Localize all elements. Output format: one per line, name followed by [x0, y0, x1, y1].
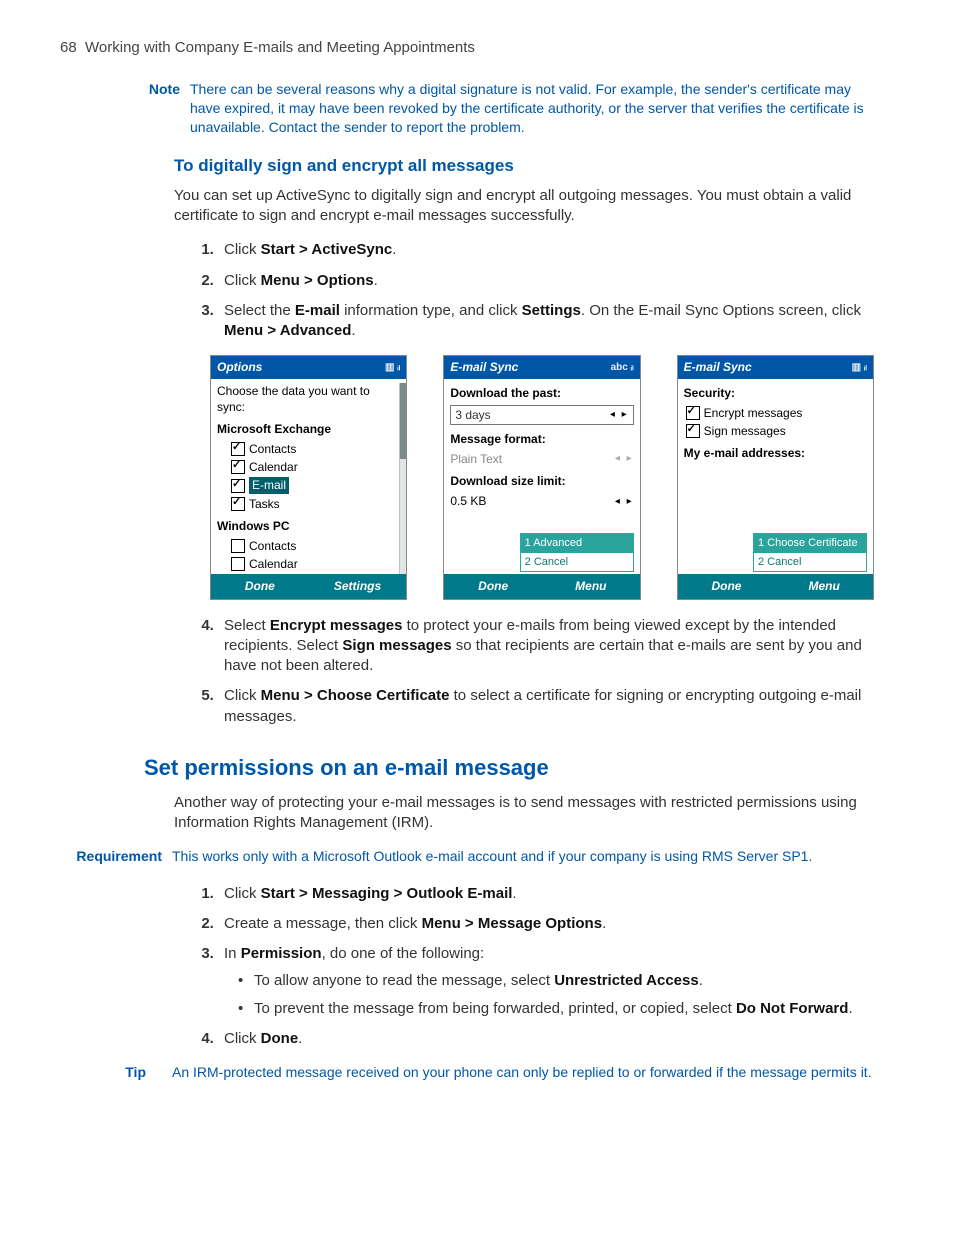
status-icons: abc ᵢₗ [611, 361, 634, 375]
label-message-format: Message format: [450, 431, 633, 447]
softkey-menu[interactable]: Menu [775, 574, 873, 598]
step-3b: In Permission, do one of the following: … [218, 944, 874, 1019]
requirement-block: Requirement This works only with a Micro… [76, 847, 874, 866]
field-download-size[interactable]: 0.5 KB ◂ ▸ [450, 493, 633, 509]
label-download-past: Download the past: [450, 385, 633, 401]
checkbox-icon [231, 460, 245, 474]
menu-item-advanced[interactable]: 1 Advanced [521, 534, 633, 553]
sub-bullets: To allow anyone to read the message, sel… [238, 971, 874, 1020]
spinner-arrows-icon[interactable]: ◂ ▸ [615, 495, 634, 509]
heading-set-permissions: Set permissions on an e-mail message [144, 753, 874, 783]
bullet-unrestricted: To allow anyone to read the message, sel… [238, 971, 874, 991]
checkbox-contacts[interactable]: Contacts [231, 441, 400, 457]
field-message-format[interactable]: Plain Text ◂ ▸ [450, 451, 633, 467]
spinner-arrows-icon[interactable]: ◂ ▸ [610, 408, 629, 422]
screen-body: Choose the data you want to sync: Micros… [211, 379, 406, 575]
steps-list-1: Click Start > ActiveSync. Click Menu > O… [188, 240, 874, 341]
titlebar: Options ▥ ᵢₗ [211, 356, 406, 378]
softkey-done[interactable]: Done [211, 574, 309, 598]
checkbox-icon [231, 539, 245, 553]
popup-menu: 1 Advanced 2 Cancel [520, 533, 634, 573]
step-4: Select Encrypt messages to protect your … [218, 616, 874, 677]
screen-options: Options ▥ ᵢₗ Choose the data you want to… [210, 355, 407, 599]
spinner-arrows-icon: ◂ ▸ [615, 452, 634, 466]
checkbox-icon [686, 424, 700, 438]
softkey-done[interactable]: Done [678, 574, 776, 598]
label-my-email-addresses: My e-mail addresses: [684, 445, 867, 461]
window-title: E-mail Sync [450, 359, 518, 375]
chapter-title: Working with Company E-mails and Meeting… [85, 39, 475, 56]
menu-item-choose-certificate[interactable]: 1 Choose Certificate [754, 534, 866, 553]
checkbox-icon [231, 557, 245, 571]
softkey-done[interactable]: Done [444, 574, 542, 598]
checkbox-encrypt-messages[interactable]: Encrypt messages [686, 405, 867, 421]
status-icons: ▥ ᵢₗ [852, 361, 867, 375]
softkey-bar: Done Settings [211, 574, 406, 598]
step-1: Click Start > ActiveSync. [218, 240, 874, 260]
manual-page: 68 Working with Company E-mails and Meet… [0, 0, 954, 1140]
softkey-menu[interactable]: Menu [542, 574, 640, 598]
menu-item-cancel[interactable]: 2 Cancel [521, 553, 633, 572]
tip-label: Tip [122, 1063, 146, 1082]
step-2: Click Menu > Options. [218, 271, 874, 291]
note-block: Note There can be several reasons why a … [140, 80, 874, 137]
intro-text-2: Another way of protecting your e-mail me… [174, 793, 874, 834]
step-2b: Create a message, then click Menu > Mess… [218, 914, 874, 934]
tip-text: An IRM-protected message received on you… [172, 1063, 874, 1082]
status-icons: ▥ ᵢₗ [385, 361, 400, 375]
step-5: Click Menu > Choose Certificate to selec… [218, 686, 874, 727]
screen-body: Download the past: 3 days ◂ ▸ Message fo… [444, 379, 639, 575]
checkbox-sign-messages[interactable]: Sign messages [686, 423, 867, 439]
field-download-past[interactable]: 3 days ◂ ▸ [450, 405, 633, 425]
tip-block: Tip An IRM-protected message received on… [122, 1063, 874, 1082]
step-1b: Click Start > Messaging > Outlook E-mail… [218, 884, 874, 904]
popup-menu: 1 Choose Certificate 2 Cancel [753, 533, 867, 573]
menu-item-cancel[interactable]: 2 Cancel [754, 553, 866, 572]
softkey-bar: Done Menu [678, 574, 873, 598]
softkey-bar: Done Menu [444, 574, 639, 598]
steps-list-1-cont: Select Encrypt messages to protect your … [188, 616, 874, 727]
group-exchange: Microsoft Exchange [217, 421, 400, 437]
checkbox-pc-calendar[interactable]: Calendar [231, 556, 400, 572]
screen-email-sync-security: E-mail Sync ▥ ᵢₗ Security: Encrypt messa… [677, 355, 874, 599]
screen-email-sync-settings: E-mail Sync abc ᵢₗ Download the past: 3 … [443, 355, 640, 599]
screen-body: Security: Encrypt messages Sign messages… [678, 379, 873, 575]
step-4b: Click Done. [218, 1029, 874, 1049]
titlebar: E-mail Sync abc ᵢₗ [444, 356, 639, 378]
softkey-settings[interactable]: Settings [309, 574, 407, 598]
scrollbar[interactable] [399, 383, 406, 575]
checkbox-email[interactable]: E-mail [231, 477, 400, 493]
note-label: Note [140, 80, 180, 137]
checkbox-pc-contacts[interactable]: Contacts [231, 538, 400, 554]
window-title: Options [217, 359, 262, 375]
checkbox-icon [231, 442, 245, 456]
label-security: Security: [684, 385, 867, 401]
subheading-sign-encrypt: To digitally sign and encrypt all messag… [174, 155, 874, 178]
titlebar: E-mail Sync ▥ ᵢₗ [678, 356, 873, 378]
steps-list-2: Click Start > Messaging > Outlook E-mail… [188, 884, 874, 1050]
page-number: 68 [60, 39, 77, 56]
checkbox-icon [231, 497, 245, 511]
step-3: Select the E-mail information type, and … [218, 301, 874, 342]
group-windows-pc: Windows PC [217, 518, 400, 534]
checkbox-calendar[interactable]: Calendar [231, 459, 400, 475]
prompt-text: Choose the data you want to sync: [217, 383, 400, 415]
screenshots-row: Options ▥ ᵢₗ Choose the data you want to… [210, 355, 874, 599]
requirement-label: Requirement [76, 847, 162, 866]
checkbox-icon [231, 479, 245, 493]
content-column: Note There can be several reasons why a … [140, 80, 874, 1082]
checkbox-tasks[interactable]: Tasks [231, 496, 400, 512]
note-text: There can be several reasons why a digit… [190, 80, 874, 137]
window-title: E-mail Sync [684, 359, 752, 375]
checkbox-icon [686, 406, 700, 420]
bullet-do-not-forward: To prevent the message from being forwar… [238, 999, 874, 1019]
intro-text: You can set up ActiveSync to digitally s… [174, 186, 874, 227]
scrollbar-thumb[interactable] [400, 383, 406, 460]
label-download-size: Download size limit: [450, 473, 633, 489]
running-header: 68 Working with Company E-mails and Meet… [60, 38, 894, 58]
requirement-text: This works only with a Microsoft Outlook… [172, 847, 874, 866]
